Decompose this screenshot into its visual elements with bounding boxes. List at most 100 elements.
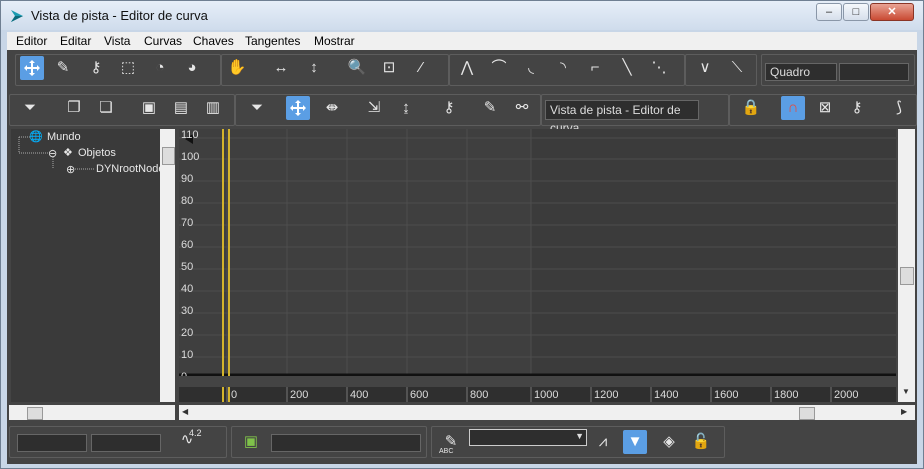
delete-controller-icon: ▤	[173, 99, 189, 116]
minimize-icon: –	[825, 6, 833, 18]
draw-curves-button[interactable]: ✎	[51, 56, 75, 80]
break-tangents-button[interactable]: ∨	[693, 56, 717, 80]
make-unique-button[interactable]: ▥	[201, 96, 225, 120]
frame-values-icon: ↕	[310, 59, 318, 76]
menu-editor[interactable]: Editor	[16, 34, 47, 48]
frame-value-field[interactable]	[839, 63, 909, 81]
menu-curvas[interactable]: Curvas	[144, 34, 182, 48]
paste-track-button[interactable]: ❏	[94, 96, 118, 120]
minimize-button[interactable]: –	[816, 3, 842, 21]
show-non-selected-curves-button[interactable]: ◈	[657, 430, 681, 454]
menu-chaves[interactable]: Chaves	[193, 34, 234, 48]
scale-keys-button[interactable]: ⇲	[362, 96, 386, 120]
tree-item-dynrootnode[interactable]: DYNrootNode	[96, 163, 164, 175]
scale-values-button[interactable]: ↨	[394, 96, 418, 120]
move-keys-2-button[interactable]	[286, 96, 310, 120]
copy-track-button[interactable]: ❐	[62, 96, 86, 120]
menu-tangentes[interactable]: Tangentes	[245, 34, 300, 48]
add-keys-2-button[interactable]: ⚷	[437, 96, 461, 120]
tree-hscroll-thumb[interactable]	[27, 407, 43, 420]
lock-icon: 🔒	[741, 99, 761, 116]
frame-horizontal-icon: ↔	[273, 59, 289, 76]
all-curves-icon: ▼	[627, 433, 643, 450]
tangent-auto-button[interactable]: ⋀	[455, 56, 479, 80]
filters-button[interactable]: ⏷	[18, 96, 42, 120]
menu-vista[interactable]: Vista	[104, 34, 130, 48]
y-tick-0: 0	[181, 371, 187, 376]
tree-horizontal-scrollbar[interactable]	[9, 405, 175, 420]
scroll-down-icon[interactable]: ▼	[902, 387, 910, 396]
unlock-button[interactable]: 🔓	[689, 430, 713, 454]
graph-horizontal-scrollbar[interactable]: ◀ ▶	[179, 405, 915, 420]
add-keys-button[interactable]: ⚷	[84, 56, 108, 80]
show-tangents-button[interactable]: ⟆	[887, 96, 911, 120]
filters-2-button[interactable]: ⏷	[245, 96, 269, 120]
key-frame-field[interactable]	[17, 434, 87, 452]
tree-vscroll-thumb[interactable]	[162, 147, 175, 165]
retime-all-button[interactable]: ◕	[180, 56, 204, 80]
draw-curves-2-button[interactable]: ✎	[478, 96, 502, 120]
find-track-field[interactable]	[271, 434, 421, 452]
retime-icon: ◔	[155, 59, 165, 76]
y-tick-10: 10	[181, 349, 194, 361]
title-bar[interactable]: Vista de pista - Editor de curva – □ ✕	[1, 1, 923, 30]
tree-item-mundo[interactable]: Mundo	[47, 131, 81, 143]
move-keys-button[interactable]	[20, 56, 44, 80]
tangent-fast-icon: ◟	[528, 59, 534, 76]
frame-values-button[interactable]: ↕	[302, 56, 326, 80]
menu-mostrar[interactable]: Mostrar	[314, 34, 355, 48]
assign-controller-button[interactable]: ▣	[137, 96, 161, 120]
scroll-right-icon[interactable]: ▶	[901, 407, 907, 416]
show-keyable-button[interactable]: ⊠	[813, 96, 837, 120]
copy-track-icon: ❐	[67, 99, 81, 116]
tangent-fast-button[interactable]: ◟	[519, 56, 543, 80]
curve-graph[interactable]: 110 100 90 80 70 60 50 40 30 20 10 0	[179, 129, 896, 376]
tangent-spline-button[interactable]: ⌒	[487, 56, 511, 80]
retime-button[interactable]: ◔	[148, 56, 172, 80]
reduce-keys-icon: ⚯	[515, 99, 529, 116]
zoom-selected-button[interactable]: ▣	[239, 430, 263, 454]
tree-item-objetos[interactable]: Objetos	[78, 147, 116, 159]
track-view-name-field[interactable]: Vista de pista - Editor de curva	[545, 100, 699, 135]
collapse-objetos-icon[interactable]: ⊖	[48, 147, 57, 160]
tangent-smooth-button[interactable]: ⋱	[647, 56, 671, 80]
menu-editar[interactable]: Editar	[60, 34, 91, 48]
app-icon	[11, 10, 23, 22]
zoom-region-button[interactable]: ⊡	[377, 56, 401, 80]
close-button[interactable]: ✕	[870, 3, 914, 21]
frame-horizontal-button[interactable]: ↔	[269, 56, 293, 80]
expand-dynroot-icon[interactable]: ⊕	[66, 163, 75, 176]
graph-hscroll-thumb[interactable]	[799, 407, 815, 420]
key-value-field[interactable]	[91, 434, 161, 452]
time-ruler[interactable]: 0 200 400 600 800 1000 1200 1400 1600 18…	[179, 387, 896, 402]
maximize-button[interactable]: □	[843, 3, 869, 21]
graph-vscroll-thumb[interactable]	[900, 267, 914, 285]
hand-icon: ✋	[227, 59, 247, 76]
track-set-dropdown[interactable]: ▼	[469, 429, 587, 446]
tree-vertical-scrollbar[interactable]	[160, 129, 175, 402]
reduce-keys-button[interactable]: ⚯	[510, 96, 534, 120]
lock-selection-button[interactable]: 🔒	[739, 96, 763, 120]
selected-curves-icon: ⩘	[598, 433, 608, 450]
pan-button[interactable]: ✋	[225, 56, 249, 80]
tangent-linear-button[interactable]: ╲	[615, 56, 639, 80]
pencil-curve-2-icon: ✎	[483, 99, 497, 116]
snap-frames-button[interactable]: ∩	[781, 96, 805, 120]
region-select-button[interactable]: ⬚	[116, 56, 140, 80]
show-all-curves-button[interactable]: ▼	[623, 430, 647, 454]
tangent-slow-button[interactable]: ◝	[551, 56, 575, 80]
slide-keys-button[interactable]: ⇼	[320, 96, 344, 120]
tangent-step-button[interactable]: ⌐	[583, 56, 607, 80]
graph-vertical-scrollbar[interactable]: ▼	[898, 129, 915, 402]
y-tick-100: 100	[181, 151, 200, 163]
unify-tangents-button[interactable]: ⟍	[725, 56, 749, 80]
key-add-icon: ⚷	[90, 59, 102, 76]
show-selected-curves-button[interactable]: ⩘	[591, 430, 615, 454]
delete-controller-button[interactable]: ▤	[169, 96, 193, 120]
scroll-left-icon[interactable]: ◀	[182, 407, 188, 416]
isolate-curve-button[interactable]: ⁄	[409, 56, 433, 80]
filter-funnel-icon: ⏷	[23, 99, 36, 116]
frame-field[interactable]: Quadro	[765, 63, 837, 81]
set-keys-button[interactable]: ⚷	[845, 96, 869, 120]
zoom-button[interactable]: 🔍	[345, 56, 369, 80]
